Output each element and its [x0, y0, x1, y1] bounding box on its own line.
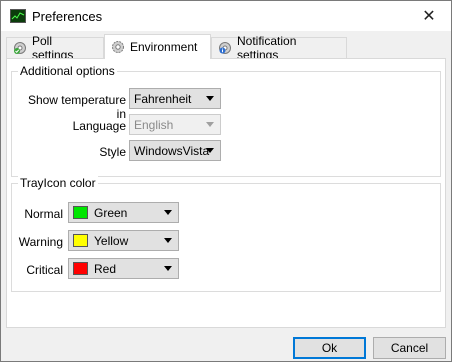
color-swatch: [73, 234, 88, 247]
select-value: English: [134, 117, 174, 132]
style-label: Style: [99, 145, 126, 159]
style-select[interactable]: WindowsVista: [129, 140, 221, 161]
language-label: Language: [72, 119, 126, 133]
tab-environment[interactable]: Environment: [104, 34, 211, 59]
environment-panel: Additional options Show temperature in F…: [6, 58, 446, 328]
ok-button[interactable]: Ok: [293, 337, 366, 359]
color-swatch: [73, 262, 88, 275]
chevron-down-icon: [164, 210, 172, 215]
chevron-down-icon: [164, 238, 172, 243]
check-gear-icon: [13, 41, 27, 55]
tab-poll-settings[interactable]: Poll settings: [6, 34, 104, 62]
window-title: Preferences: [32, 9, 103, 24]
chevron-down-icon: [206, 148, 214, 153]
normal-color-select[interactable]: Green: [68, 202, 179, 223]
app-monitor-icon: [10, 9, 26, 23]
select-value: Red: [94, 261, 117, 276]
select-value: Fahrenheit: [134, 91, 192, 106]
chevron-down-icon: [164, 266, 172, 271]
close-button[interactable]: ✕: [407, 1, 451, 31]
additional-options-group: Additional options Show temperature in F…: [11, 64, 441, 177]
trayicon-color-group: TrayIcon color Normal Green Warning Yell…: [11, 176, 441, 292]
language-select: English: [129, 114, 221, 135]
critical-color-select[interactable]: Red: [68, 258, 179, 279]
chevron-down-icon: [206, 122, 214, 127]
warning-color-select[interactable]: Yellow: [68, 230, 179, 251]
critical-label: Critical: [26, 263, 63, 277]
cancel-button[interactable]: Cancel: [373, 337, 446, 359]
tab-label: Environment: [130, 40, 198, 54]
select-value: Green: [94, 205, 128, 220]
group-title: TrayIcon color: [18, 176, 98, 190]
show-temperature-label: Show temperature in: [27, 93, 126, 121]
group-title: Additional options: [18, 64, 117, 78]
gear-icon: [111, 40, 125, 54]
preferences-window: Preferences ✕ Poll settings Environment: [0, 0, 452, 362]
normal-label: Normal: [24, 207, 63, 221]
warning-label: Warning: [18, 235, 63, 249]
chevron-down-icon: [206, 96, 214, 101]
close-icon: ✕: [422, 8, 436, 25]
title-bar: Preferences ✕: [1, 1, 451, 31]
info-gear-icon: [218, 41, 232, 55]
select-value: Yellow: [94, 233, 129, 248]
select-value: WindowsVista: [134, 143, 210, 158]
color-swatch: [73, 206, 88, 219]
temperature-unit-select[interactable]: Fahrenheit: [129, 88, 221, 109]
tab-notification-settings[interactable]: Notification settings: [211, 34, 347, 62]
